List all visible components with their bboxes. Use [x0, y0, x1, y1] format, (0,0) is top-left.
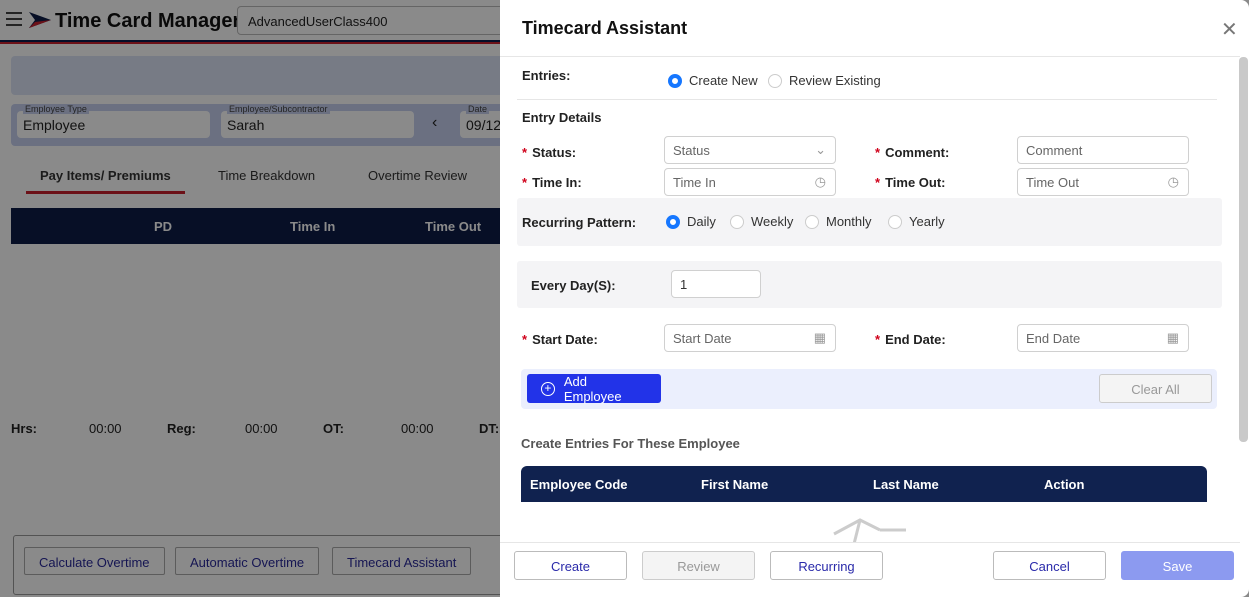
radio-checked-icon: [668, 73, 682, 88]
radio-unchecked-icon: [768, 73, 782, 88]
divider: [517, 99, 1217, 100]
radio-monthly[interactable]: Monthly: [805, 214, 872, 229]
time-out-label-text: Time Out:: [885, 175, 946, 190]
employee-list-title: Create Entries For These Employee: [521, 436, 740, 451]
end-date-label-text: End Date:: [885, 332, 946, 347]
plus-circle-icon: +: [541, 381, 555, 396]
column-first-name: First Name: [701, 477, 769, 492]
recurring-button[interactable]: Recurring: [770, 551, 883, 580]
start-date-placeholder: Start Date: [673, 331, 732, 346]
cancel-button[interactable]: Cancel: [993, 551, 1106, 580]
calendar-icon: ▦: [1166, 330, 1179, 345]
drawer-footer: Create Review Recurring Cancel Save: [500, 542, 1240, 597]
comment-input[interactable]: Comment: [1017, 136, 1189, 164]
radio-label: Yearly: [909, 214, 945, 229]
column-employee-code: Employee Code: [530, 477, 628, 492]
radio-create-new[interactable]: Create New: [668, 73, 758, 88]
radio-label: Create New: [689, 73, 758, 88]
radio-unchecked-icon: [730, 214, 744, 229]
end-date-placeholder: End Date: [1026, 331, 1081, 346]
time-out-label: * Time Out:: [875, 175, 946, 190]
column-action: Action: [1044, 477, 1085, 492]
start-date-input[interactable]: Start Date ▦: [664, 324, 836, 352]
close-icon[interactable]: ✕: [1221, 17, 1238, 42]
add-employee-bar: + Add Employee Clear All: [521, 369, 1217, 409]
calendar-icon: ▦: [813, 330, 826, 345]
clear-all-button[interactable]: Clear All: [1099, 374, 1212, 403]
radio-unchecked-icon: [888, 214, 902, 229]
recurring-pattern-label: Recurring Pattern:: [522, 215, 637, 230]
end-date-input[interactable]: End Date ▦: [1017, 324, 1189, 352]
clock-icon: ◷: [814, 174, 826, 189]
radio-unchecked-icon: [805, 214, 819, 229]
radio-daily[interactable]: Daily: [666, 214, 716, 229]
time-out-input[interactable]: Time Out ◷: [1017, 168, 1189, 196]
every-day-label: Every Day(S):: [531, 278, 616, 293]
entries-label: Entries:: [522, 68, 571, 83]
clock-icon: ◷: [1167, 174, 1179, 189]
time-out-placeholder: Time Out: [1026, 175, 1079, 190]
add-employee-label: Add Employee: [563, 373, 622, 404]
time-in-input[interactable]: Time In ◷: [664, 168, 836, 196]
comment-label-text: Comment:: [885, 145, 950, 160]
start-date-label: * Start Date:: [522, 332, 598, 347]
drawer-title: Timecard Assistant: [522, 18, 688, 38]
start-date-label-text: Start Date:: [532, 332, 598, 347]
every-day-input[interactable]: 1: [671, 270, 761, 298]
radio-label: Daily: [687, 214, 716, 229]
radio-label: Monthly: [826, 214, 872, 229]
chevron-down-icon: ⌄: [815, 142, 826, 157]
time-in-label: * Time In:: [522, 175, 582, 190]
comment-placeholder: Comment: [1026, 143, 1083, 158]
radio-weekly[interactable]: Weekly: [730, 214, 793, 229]
status-label: * Status:: [522, 145, 577, 160]
employee-table-header: Employee Code First Name Last Name Actio…: [521, 466, 1207, 502]
comment-label: * Comment:: [875, 145, 950, 160]
radio-review-existing[interactable]: Review Existing: [768, 73, 881, 88]
status-placeholder: Status: [673, 143, 710, 158]
empty-box-icon: [833, 518, 906, 544]
add-employee-button[interactable]: + Add Employee: [527, 373, 661, 404]
radio-yearly[interactable]: Yearly: [888, 214, 945, 229]
radio-label: Weekly: [751, 214, 794, 229]
column-last-name: Last Name: [873, 477, 939, 492]
entry-details-heading: Entry Details: [522, 110, 602, 125]
every-day-section: [517, 261, 1222, 308]
radio-checked-icon: [666, 214, 680, 229]
timecard-assistant-drawer: Timecard Assistant ✕ Entries: Create New…: [500, 0, 1249, 597]
status-label-text: Status:: [532, 145, 577, 160]
end-date-label: * End Date:: [875, 332, 946, 347]
create-button[interactable]: Create: [514, 551, 627, 580]
scrollbar[interactable]: [1239, 57, 1248, 442]
review-button[interactable]: Review: [642, 551, 755, 580]
time-in-label-text: Time In:: [532, 175, 582, 190]
radio-label: Review Existing: [789, 73, 881, 88]
status-select[interactable]: Status ⌄: [664, 136, 836, 164]
save-button[interactable]: Save: [1121, 551, 1234, 580]
time-in-placeholder: Time In: [673, 175, 716, 190]
divider: [500, 56, 1240, 57]
